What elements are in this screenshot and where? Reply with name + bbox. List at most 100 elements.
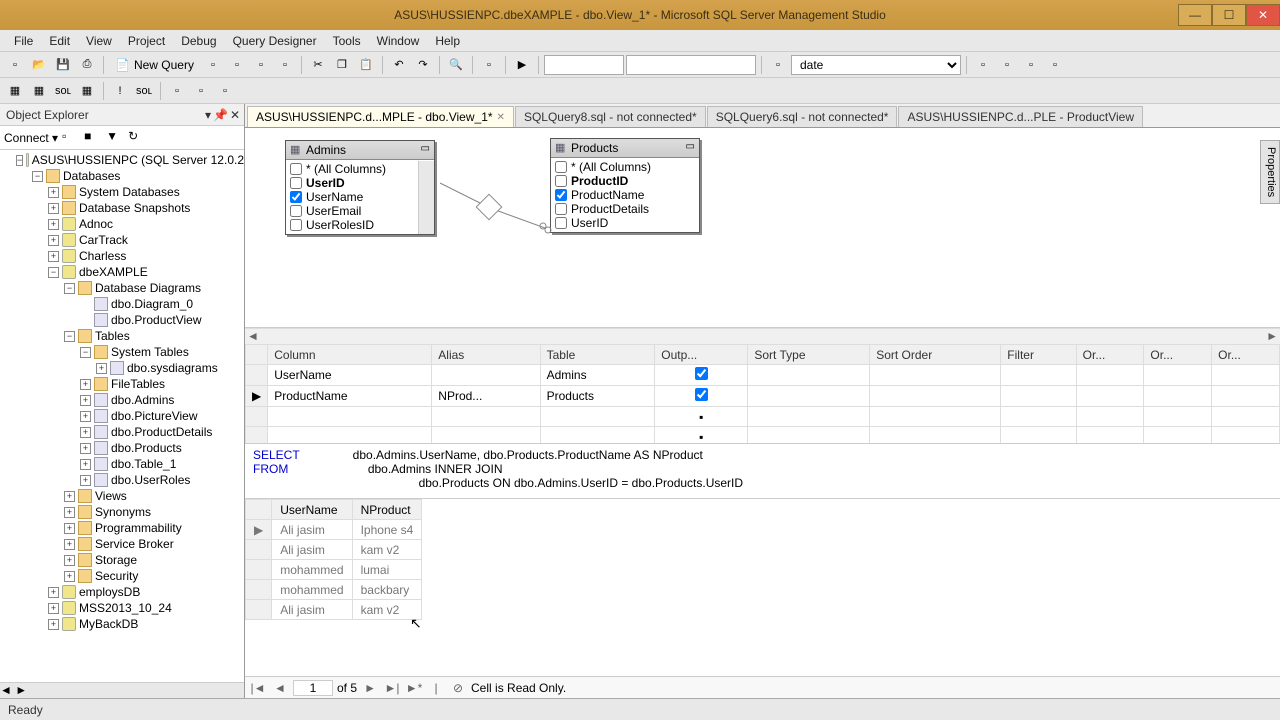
- col-userrolesid[interactable]: UserRolesID: [306, 218, 374, 232]
- sql-pane-icon[interactable]: sᴏʟ: [52, 80, 74, 102]
- tree-databases[interactable]: Databases: [63, 169, 120, 183]
- tree-dbexample[interactable]: dbeXAMPLE: [79, 265, 148, 279]
- tree-server[interactable]: ASUS\HUSSIENPC (SQL Server 12.0.2: [32, 153, 244, 167]
- redo-icon[interactable]: ↷: [412, 54, 434, 76]
- run-icon[interactable]: ▫: [972, 54, 994, 76]
- sort-combo[interactable]: date: [791, 55, 961, 75]
- table-vscroll[interactable]: [418, 161, 434, 234]
- verify-icon[interactable]: ▫: [996, 54, 1018, 76]
- tree-charless[interactable]: Charless: [79, 249, 126, 263]
- crit-output-check[interactable]: [695, 388, 708, 401]
- sql-pane[interactable]: SELECT dbo.Admins.UserName, dbo.Products…: [245, 444, 1280, 499]
- tree-mybackdb[interactable]: MyBackDB: [79, 617, 138, 631]
- crit-cell[interactable]: Admins: [540, 365, 655, 386]
- menu-tools[interactable]: Tools: [325, 32, 369, 50]
- save-all-icon[interactable]: ⎙: [76, 54, 98, 76]
- refresh-icon[interactable]: ↻: [128, 129, 146, 147]
- crit-h-filter[interactable]: Filter: [1001, 345, 1076, 365]
- tree-productview[interactable]: dbo.ProductView: [111, 313, 202, 327]
- criteria-pane[interactable]: Column Alias Table Outp... Sort Type Sor…: [245, 344, 1280, 444]
- crit-filter-active[interactable]: [1001, 386, 1076, 407]
- minimize-button[interactable]: —: [1178, 4, 1212, 26]
- tree-sysdiagrams[interactable]: dbo.sysdiagrams: [127, 361, 218, 375]
- menu-view[interactable]: View: [78, 32, 120, 50]
- crit-output-check[interactable]: [695, 367, 708, 380]
- col-check[interactable]: [555, 189, 567, 201]
- tree-db-diagrams[interactable]: Database Diagrams: [95, 281, 201, 295]
- db-engine-icon[interactable]: ▫: [202, 54, 224, 76]
- tree-system-tables[interactable]: System Tables: [111, 345, 189, 359]
- tree-synonyms[interactable]: Synonyms: [95, 505, 151, 519]
- find-icon[interactable]: 🔍: [445, 54, 467, 76]
- res-cell[interactable]: lumai: [352, 560, 422, 580]
- activity-icon[interactable]: ▫: [478, 54, 500, 76]
- col-check[interactable]: [555, 175, 567, 187]
- explorer-hscroll[interactable]: ◄ ►: [0, 682, 244, 698]
- menu-edit[interactable]: Edit: [41, 32, 78, 50]
- add-new-derived-icon[interactable]: ▫: [214, 80, 236, 102]
- table-window-admins[interactable]: Admins▭ * (All Columns) UserID UserName …: [285, 140, 435, 235]
- crit-cell[interactable]: ProductName: [268, 386, 432, 407]
- res-cell[interactable]: kam v2: [352, 600, 422, 620]
- menu-file[interactable]: File: [6, 32, 41, 50]
- maximize-button[interactable]: ☐: [1212, 4, 1246, 26]
- analysis-icon[interactable]: ▫: [226, 54, 248, 76]
- res-h-nproduct[interactable]: NProduct: [352, 500, 422, 520]
- nav-last-icon[interactable]: ►|: [383, 681, 401, 695]
- xmla-icon[interactable]: ▫: [274, 54, 296, 76]
- tree-filetables[interactable]: FileTables: [111, 377, 165, 391]
- res-cell[interactable]: mohammed: [272, 560, 352, 580]
- nav-next-icon[interactable]: ►: [361, 681, 379, 695]
- tree-mss2013[interactable]: MSS2013_10_24: [79, 601, 172, 615]
- tree-system-databases[interactable]: System Databases: [79, 185, 180, 199]
- minimize-icon[interactable]: ▭: [421, 143, 430, 154]
- tab-productview[interactable]: ASUS\HUSSIENPC.d...PLE - ProductView: [898, 106, 1143, 127]
- group-icon[interactable]: ▫: [1020, 54, 1042, 76]
- pin-icon[interactable]: 📌: [213, 108, 228, 122]
- crit-h-sortorder[interactable]: Sort Order: [870, 345, 1001, 365]
- res-cell[interactable]: Ali jasim: [272, 600, 352, 620]
- diagram-hscroll[interactable]: ◄►: [245, 328, 1280, 344]
- execute-icon[interactable]: ▶: [511, 54, 533, 76]
- crit-cell[interactable]: [432, 365, 540, 386]
- menu-help[interactable]: Help: [427, 32, 468, 50]
- col-check[interactable]: [290, 163, 302, 175]
- criteria-pane-icon[interactable]: ▦: [28, 80, 50, 102]
- res-cell[interactable]: kam v2: [352, 540, 422, 560]
- tree-snapshots[interactable]: Database Snapshots: [79, 201, 190, 215]
- copy-icon[interactable]: ❐: [331, 54, 353, 76]
- col-allcolumns[interactable]: * (All Columns): [306, 162, 386, 176]
- nav-first-icon[interactable]: |◄: [249, 681, 267, 695]
- close-button[interactable]: ✕: [1246, 4, 1280, 26]
- filter-icon[interactable]: ▼: [106, 129, 124, 147]
- add-derived-icon[interactable]: ▫: [1044, 54, 1066, 76]
- paste-icon[interactable]: 📋: [355, 54, 377, 76]
- crit-cell[interactable]: NProd...: [432, 386, 540, 407]
- object-tree[interactable]: −ASUS\HUSSIENPC (SQL Server 12.0.2 −Data…: [0, 150, 244, 682]
- crit-h-output[interactable]: Outp...: [655, 345, 748, 365]
- col-userid[interactable]: UserID: [571, 216, 608, 230]
- tree-admins[interactable]: dbo.Admins: [111, 393, 174, 407]
- nav-stop-icon[interactable]: ⊘: [449, 681, 467, 695]
- tree-service-broker[interactable]: Service Broker: [95, 537, 174, 551]
- nav-new-icon[interactable]: ►*: [405, 681, 423, 695]
- col-productdetails[interactable]: ProductDetails: [571, 202, 649, 216]
- tab-sqlquery8[interactable]: SQLQuery8.sql - not connected*: [515, 106, 706, 127]
- tab-sqlquery6[interactable]: SQLQuery6.sql - not connected*: [707, 106, 898, 127]
- res-cell[interactable]: Iphone s4: [352, 520, 422, 540]
- mdx-icon[interactable]: ▫: [250, 54, 272, 76]
- res-cell[interactable]: mohammed: [272, 580, 352, 600]
- crit-h-sorttype[interactable]: Sort Type: [748, 345, 870, 365]
- res-cell[interactable]: Ali jasim: [272, 520, 352, 540]
- nav-position[interactable]: [293, 680, 333, 696]
- nav-prev-icon[interactable]: ◄: [271, 681, 289, 695]
- col-username[interactable]: UserName: [306, 190, 363, 204]
- col-userid[interactable]: UserID: [306, 176, 345, 190]
- close-panel-icon[interactable]: ✕: [230, 108, 240, 122]
- crit-h-table[interactable]: Table: [540, 345, 655, 365]
- new-query-button[interactable]: 📄 New Query: [109, 58, 200, 72]
- res-cell[interactable]: Ali jasim: [272, 540, 352, 560]
- db-combo[interactable]: [544, 55, 624, 75]
- col-check[interactable]: [290, 191, 302, 203]
- tab-view1[interactable]: ASUS\HUSSIENPC.d...MPLE - dbo.View_1*✕: [247, 106, 514, 127]
